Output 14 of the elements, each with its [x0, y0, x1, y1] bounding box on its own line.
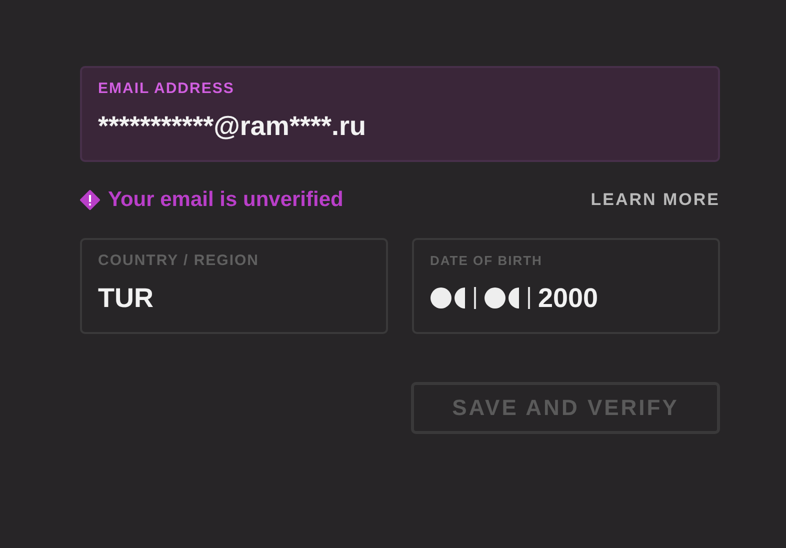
field-label: EMAIL ADDRESS — [98, 80, 236, 98]
email-field[interactable]: EMAIL ADDRESS ***********@ram****.ru — [80, 66, 720, 162]
masked-digits-icon — [430, 286, 466, 308]
field-value: ***********@ram****.ru — [98, 110, 366, 142]
field-label: COUNTRY / REGION — [98, 252, 260, 270]
masked-digits-icon — [484, 286, 520, 308]
warning-icon — [80, 190, 100, 210]
field-label: DATE OF BIRTH — [430, 252, 544, 270]
warning-message: Your email is unverified — [108, 187, 344, 213]
birth-date-field[interactable]: DATE OF BIRTH 2000 — [412, 238, 720, 334]
learn-more-link[interactable]: LEARN MORE — [590, 187, 720, 212]
field-value: TUR — [98, 282, 154, 314]
year-value: 2000 — [538, 282, 598, 314]
country-field[interactable]: COUNTRY / REGION TUR — [80, 238, 388, 334]
